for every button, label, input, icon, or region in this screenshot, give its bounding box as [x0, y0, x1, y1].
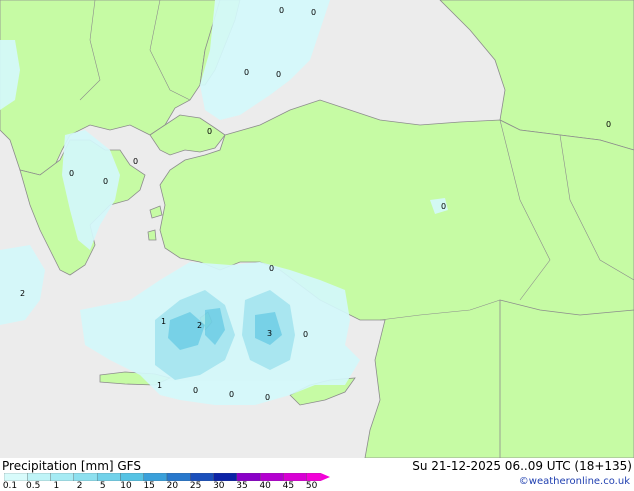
- contour-label: 0: [207, 127, 212, 136]
- map-title: Precipitation [mm] GFS: [2, 459, 141, 473]
- legend-swatch: [213, 473, 238, 481]
- contour-label: 0: [193, 386, 198, 395]
- source-credit[interactable]: ©weatheronline.co.uk: [519, 476, 630, 487]
- contour-label: 0: [606, 120, 611, 129]
- contour-label: 0: [279, 6, 284, 15]
- contour-label: 0: [244, 68, 249, 77]
- legend-swatch: [190, 473, 214, 481]
- contour-label: 0: [311, 8, 316, 17]
- contour-label: 2: [20, 289, 25, 298]
- legend-color-bar: [4, 473, 330, 481]
- legend-swatch: [259, 473, 284, 481]
- legend-swatch: [236, 473, 261, 481]
- contour-label: 0: [441, 202, 446, 211]
- precipitation-map: 0 0 0 0 0 0 0 0 0 0 0 0 2 1 2 3 1 0 0 0: [0, 0, 634, 458]
- contour-label: 2: [197, 321, 202, 330]
- contour-label: 0: [103, 177, 108, 186]
- contour-label: 0: [303, 330, 308, 339]
- contour-label: 0: [269, 264, 274, 273]
- legend-swatch: [166, 473, 191, 481]
- legend-swatch: [283, 473, 307, 481]
- contour-label: 0: [133, 157, 138, 166]
- map-footer: Precipitation [mm] GFS Su 21-12-2025 06.…: [0, 458, 634, 491]
- contour-label: 1: [161, 317, 166, 326]
- contour-label: 0: [265, 393, 270, 402]
- legend-swatch: [4, 473, 28, 481]
- contour-label: 0: [69, 169, 74, 178]
- contour-label: 1: [157, 381, 162, 390]
- legend-swatch: [120, 473, 144, 481]
- legend-swatch: [143, 473, 168, 481]
- forecast-datetime: Su 21-12-2025 06..09 UTC (18+135): [412, 459, 632, 473]
- contour-label: 0: [276, 70, 281, 79]
- contour-label: 0: [229, 390, 234, 399]
- land-levant: [499, 299, 634, 458]
- legend-arrow: [320, 473, 330, 481]
- legend-swatch: [27, 473, 51, 481]
- legend-swatch: [50, 473, 75, 481]
- legend-swatch: [96, 473, 121, 481]
- legend-swatch: [73, 473, 98, 481]
- land-chios: [147, 229, 157, 241]
- contour-label: 3: [267, 329, 272, 338]
- legend-swatch: [306, 473, 321, 481]
